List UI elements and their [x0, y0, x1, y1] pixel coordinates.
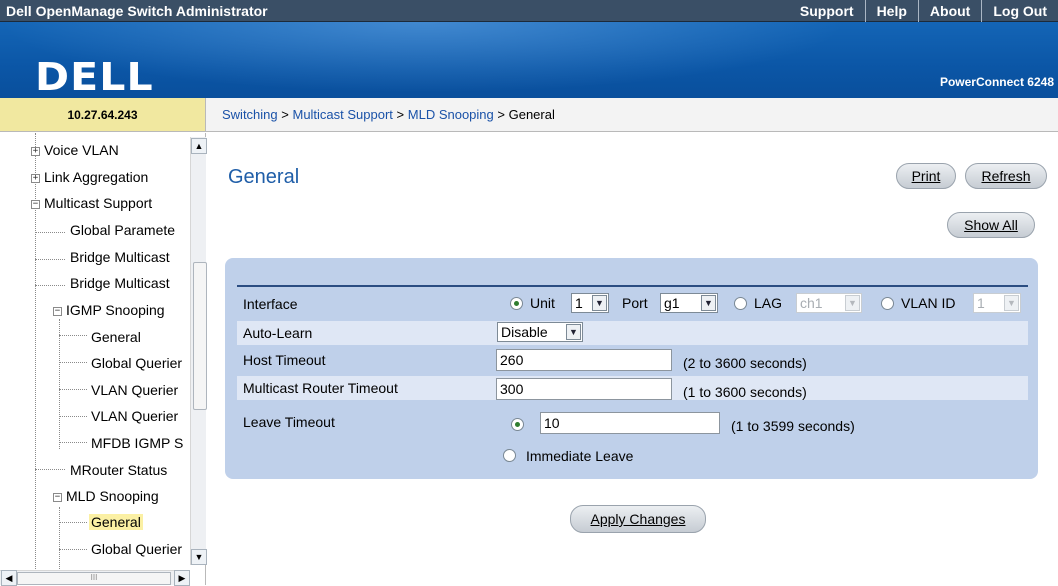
apply-changes-button[interactable]: Apply Changes [570, 505, 706, 533]
leave-timeout-hint: (1 to 3599 seconds) [731, 418, 855, 434]
lag-select[interactable]: ch1 ▼ [796, 293, 862, 313]
breadcrumb-mld-snooping[interactable]: MLD Snooping [408, 107, 494, 122]
scroll-right-icon[interactable]: ▶ [174, 570, 190, 586]
sidebar-item-mld-global-querier[interactable]: Global Querier [91, 541, 182, 557]
chevron-down-icon: ▼ [845, 295, 860, 311]
show-all-button[interactable]: Show All [947, 212, 1035, 238]
lag-radio[interactable] [734, 297, 747, 310]
sidebar-hscroll-thumb[interactable]: III [17, 572, 171, 585]
host-timeout-hint: (2 to 3600 seconds) [683, 355, 807, 371]
print-button[interactable]: Print [896, 163, 956, 189]
sidebar-item-igmp-vlan-querier-2[interactable]: VLAN Querier [91, 408, 178, 424]
auto-learn-row: Auto-Learn [237, 321, 1028, 345]
scroll-up-icon[interactable]: ▲ [191, 138, 207, 154]
sidebar-tree: + Voice VLAN + Link Aggregation − Multicast… [0, 133, 206, 585]
sidebar-item-mld-general[interactable]: General [89, 514, 143, 530]
chevron-down-icon: ▼ [592, 295, 607, 311]
top-links: Support Help About Log Out [789, 0, 1058, 22]
page-title: General [228, 166, 300, 188]
sidebar-item-global-parameters[interactable]: Global Paramete [70, 222, 175, 238]
host-timeout-input[interactable]: 260 [496, 349, 672, 371]
help-link[interactable]: Help [864, 0, 918, 22]
unit-label: Unit [530, 295, 555, 311]
app-title: Dell OpenManage Switch Administrator [6, 3, 268, 19]
auto-learn-label: Auto-Learn [243, 325, 313, 341]
breadcrumb-current: General [508, 107, 555, 122]
chevron-down-icon: ▼ [701, 295, 716, 311]
support-link[interactable]: Support [789, 0, 865, 22]
immediate-leave-radio[interactable] [503, 449, 516, 462]
port-label: Port [622, 295, 648, 311]
collapse-icon[interactable]: − [53, 493, 62, 502]
chevron-down-icon: ▼ [566, 324, 581, 340]
sidebar-scroll-thumb[interactable] [193, 262, 207, 410]
sidebar-item-multicast-support[interactable]: − Multicast Support [31, 195, 152, 211]
mrouter-timeout-input[interactable]: 300 [496, 378, 672, 400]
sidebar-item-igmp-global-querier[interactable]: Global Querier [91, 355, 182, 371]
port-select[interactable]: g1 ▼ [660, 293, 718, 313]
unit-radio[interactable] [510, 297, 523, 310]
leave-timeout-value-radio[interactable] [511, 418, 524, 431]
sidebar-item-bridge-multicast-1[interactable]: Bridge Multicast [70, 249, 170, 265]
sidebar-item-igmp-snooping[interactable]: − IGMP Snooping [53, 302, 165, 318]
immediate-leave-label: Immediate Leave [526, 448, 634, 464]
sidebar-item-link-aggregation[interactable]: + Link Aggregation [31, 169, 148, 185]
breadcrumb-switching[interactable]: Switching [222, 107, 278, 122]
leave-timeout-input[interactable]: 10 [540, 412, 720, 434]
leave-timeout-label: Leave Timeout [243, 414, 335, 430]
interface-label: Interface [243, 296, 298, 312]
sidebar-item-mld-snooping[interactable]: − MLD Snooping [53, 488, 159, 504]
expand-icon[interactable]: + [31, 147, 40, 156]
sidebar-item-bridge-multicast-2[interactable]: Bridge Multicast [70, 275, 170, 291]
about-link[interactable]: About [917, 0, 981, 22]
sidebar-item-mrouter-status[interactable]: MRouter Status [70, 462, 167, 478]
vlan-id-select[interactable]: 1 ▼ [973, 293, 1021, 313]
dell-logo: DELL [35, 55, 154, 99]
chevron-down-icon: ▼ [1004, 295, 1019, 311]
breadcrumb: Switching > Multicast Support > MLD Snoo… [206, 98, 1058, 132]
collapse-icon[interactable]: − [53, 307, 62, 316]
product-name: PowerConnect 6248 [939, 75, 1054, 89]
scroll-down-icon[interactable]: ▼ [191, 549, 207, 565]
sidebar-item-mfdb-igmp[interactable]: MFDB IGMP S [91, 435, 183, 451]
unit-select[interactable]: 1 ▼ [571, 293, 609, 313]
auto-learn-select[interactable]: Disable ▼ [497, 322, 583, 342]
scroll-left-icon[interactable]: ◀ [1, 570, 17, 586]
expand-icon[interactable]: + [31, 174, 40, 183]
sidebar-item-igmp-vlan-querier-1[interactable]: VLAN Querier [91, 382, 178, 398]
vlan-id-label: VLAN ID [901, 295, 956, 311]
mrouter-timeout-hint: (1 to 3600 seconds) [683, 384, 807, 400]
sidebar-item-voice-vlan[interactable]: + Voice VLAN [31, 142, 119, 158]
breadcrumb-multicast-support[interactable]: Multicast Support [292, 107, 392, 122]
header-banner: DELL PowerConnect 6248 [0, 22, 1058, 99]
sidebar-item-igmp-general[interactable]: General [91, 329, 141, 345]
vlan-id-radio[interactable] [881, 297, 894, 310]
lag-label: LAG [754, 295, 783, 311]
logout-link[interactable]: Log Out [981, 0, 1058, 22]
refresh-button[interactable]: Refresh [965, 163, 1047, 189]
host-timeout-label: Host Timeout [243, 352, 326, 368]
top-bar: Dell OpenManage Switch Administrator Sup… [0, 0, 1058, 22]
collapse-icon[interactable]: − [31, 200, 40, 209]
mrouter-timeout-label: Multicast Router Timeout [243, 380, 398, 396]
switch-ip-address: 10.27.64.243 [0, 98, 206, 132]
